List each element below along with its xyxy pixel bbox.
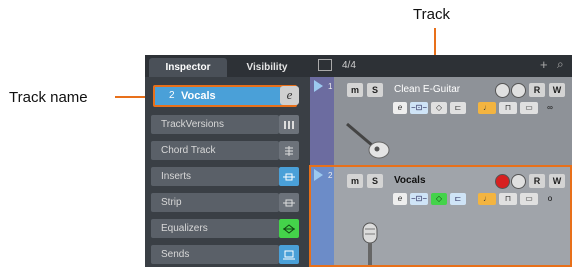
- insert-bypass-icon: [279, 167, 299, 186]
- folder-icon[interactable]: ⊓: [499, 102, 517, 114]
- track-list-menu-icon[interactable]: [318, 59, 332, 71]
- lane-icon[interactable]: ▭: [520, 102, 538, 114]
- monitor-arrow-icon: [314, 80, 323, 92]
- section-label: Strip: [161, 197, 182, 208]
- time-signature: 4/4: [342, 60, 356, 71]
- monitor-button[interactable]: [495, 83, 510, 98]
- section-label: Sends: [161, 249, 190, 260]
- sends-icon: [279, 245, 299, 264]
- guitar-icon: [346, 122, 390, 159]
- section-label: Equalizers: [161, 223, 208, 234]
- eq-icon: [279, 219, 299, 238]
- inspector-section-trackversions[interactable]: TrackVersions: [151, 115, 299, 134]
- section-label: Chord Track: [161, 145, 216, 156]
- inspector-track-name-field[interactable]: 2 Vocals ▸: [153, 85, 297, 107]
- write-button[interactable]: W: [549, 83, 565, 97]
- track-list-toolbar: 4/4 + ⌕: [310, 55, 572, 77]
- inspector-section-chord-track[interactable]: Chord Track: [151, 141, 299, 160]
- section-label: Inserts: [161, 171, 192, 182]
- inspector-section-sends[interactable]: Sends: [151, 245, 299, 264]
- edit-channel-settings-icon[interactable]: e: [280, 86, 299, 105]
- add-track-icon[interactable]: +: [540, 57, 548, 72]
- chord-icon: [279, 141, 299, 160]
- track-row[interactable]: 1 m S Clean E-Guitar R W e −⊡− ◇ ⊏ ♩ ⊓ ▭…: [310, 77, 572, 165]
- track-name-callout-label: Track name: [9, 89, 88, 106]
- trackversions-icon: [279, 115, 299, 134]
- track-highlight-frame: [309, 165, 572, 267]
- mute-button[interactable]: m: [347, 83, 363, 97]
- track-callout-label: Track: [413, 6, 450, 23]
- tab-inspector[interactable]: Inspector: [149, 58, 227, 77]
- inspector-track-number: 2: [169, 90, 175, 101]
- track-number: 1: [328, 82, 333, 91]
- search-icon[interactable]: ⌕: [557, 57, 564, 72]
- record-enable-button[interactable]: [511, 83, 526, 98]
- insert-icon[interactable]: −⊡−: [410, 102, 428, 114]
- inspector-section-inserts[interactable]: Inserts: [151, 167, 299, 186]
- link-icon[interactable]: ∞: [543, 102, 557, 114]
- tab-visibility[interactable]: Visibility: [229, 58, 305, 77]
- track-name: Clean E-Guitar: [394, 84, 461, 95]
- strip-icon: [279, 193, 299, 212]
- solo-button[interactable]: S: [367, 83, 383, 97]
- eq-icon[interactable]: ◇: [431, 102, 447, 114]
- instrument-icon[interactable]: ♩: [478, 102, 496, 114]
- edit-icon[interactable]: e: [393, 102, 407, 114]
- inspector-tab-bar: Inspector Visibility: [145, 55, 310, 77]
- sends-icon[interactable]: ⊏: [450, 102, 466, 114]
- section-label: TrackVersions: [161, 119, 224, 130]
- inspector-section-strip[interactable]: Strip: [151, 193, 299, 212]
- read-button[interactable]: R: [529, 83, 545, 97]
- inspector-section-equalizers[interactable]: Equalizers: [151, 219, 299, 238]
- inspector-track-name: Vocals: [181, 90, 216, 102]
